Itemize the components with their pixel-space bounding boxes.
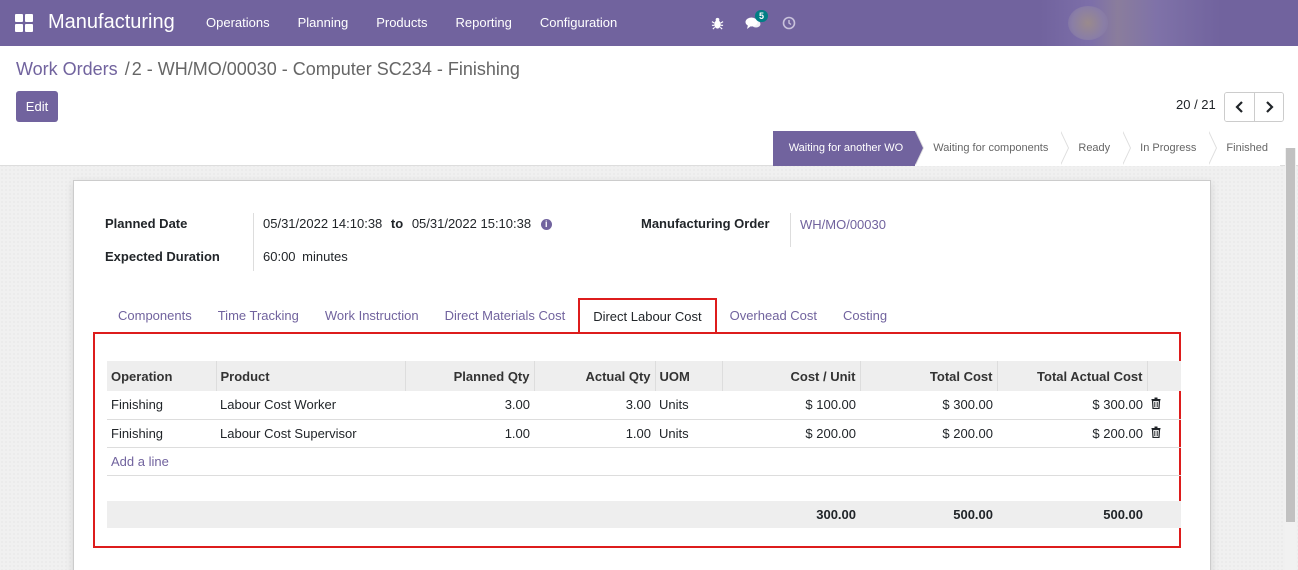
- breadcrumb-work-orders[interactable]: Work Orders: [16, 59, 118, 79]
- planned-date-label: Planned Date: [105, 216, 188, 231]
- expected-duration-value: 60:00 minutes: [263, 249, 348, 264]
- apps-grid-icon[interactable]: [15, 14, 33, 32]
- cell-cost-unit[interactable]: $ 100.00: [722, 391, 860, 420]
- row-actions: [1147, 419, 1181, 448]
- systray: 5: [705, 0, 813, 46]
- menu-planning[interactable]: Planning: [284, 0, 363, 46]
- cell-actual-qty[interactable]: 3.00: [534, 391, 655, 420]
- clock-icon[interactable]: [777, 0, 801, 46]
- status-bar: Waiting for another WO Waiting for compo…: [0, 131, 1298, 166]
- main-menu: Operations Planning Products Reporting C…: [192, 0, 631, 46]
- cell-product[interactable]: Labour Cost Worker: [216, 391, 405, 420]
- menu-products[interactable]: Products: [362, 0, 441, 46]
- cell-operation[interactable]: Finishing: [107, 391, 216, 420]
- message-count-badge: 5: [755, 10, 769, 22]
- breadcrumb: Work Orders /2 - WH/MO/00030 - Computer …: [16, 59, 520, 80]
- tab-time-tracking[interactable]: Time Tracking: [205, 298, 312, 333]
- trash-icon[interactable]: [1151, 426, 1161, 438]
- status-waiting-components[interactable]: Waiting for components: [915, 131, 1070, 166]
- labour-cost-panel: Operation Product Planned Qty Actual Qty…: [93, 332, 1181, 548]
- app-name[interactable]: Manufacturing: [48, 11, 175, 34]
- scrollbar-thumb[interactable]: [1286, 148, 1295, 522]
- expected-duration-label: Expected Duration: [105, 249, 220, 264]
- field-divider: [253, 213, 254, 271]
- total-cost-unit: 300.00: [722, 501, 860, 528]
- add-line-link[interactable]: Add a line: [111, 454, 169, 469]
- notebook-tabs: Components Time Tracking Work Instructio…: [105, 298, 900, 333]
- tab-components[interactable]: Components: [105, 298, 205, 333]
- cell-total-cost[interactable]: $ 300.00: [860, 391, 997, 420]
- tab-costing[interactable]: Costing: [830, 298, 900, 333]
- col-product[interactable]: Product: [215, 361, 405, 391]
- user-menu[interactable]: [1040, 0, 1298, 46]
- tab-overhead-cost[interactable]: Overhead Cost: [717, 298, 830, 333]
- col-actions: [1146, 361, 1181, 391]
- cell-operation[interactable]: Finishing: [107, 419, 216, 448]
- breadcrumb-separator: /: [124, 59, 130, 79]
- col-total-cost[interactable]: Total Cost: [859, 361, 997, 391]
- trash-icon[interactable]: [1151, 397, 1161, 410]
- top-navbar: Manufacturing Operations Planning Produc…: [0, 0, 1298, 46]
- breadcrumb-current: 2 - WH/MO/00030 - Computer SC234 - Finis…: [131, 59, 520, 79]
- col-uom[interactable]: UOM: [654, 361, 722, 391]
- col-actual-qty[interactable]: Actual Qty: [533, 361, 655, 391]
- chevron-left-icon[interactable]: [1225, 93, 1254, 121]
- total-total-actual-cost: 500.00: [997, 501, 1147, 528]
- row-actions: [1147, 391, 1181, 420]
- status-waiting-another-wo[interactable]: Waiting for another WO: [772, 131, 924, 166]
- tab-direct-materials-cost[interactable]: Direct Materials Cost: [432, 298, 579, 333]
- pager-buttons: [1224, 92, 1284, 122]
- empty-row: [107, 475, 1181, 501]
- col-cost-unit[interactable]: Cost / Unit: [721, 361, 860, 391]
- scrollbar[interactable]: [1285, 148, 1296, 570]
- cell-total-cost[interactable]: $ 200.00: [860, 419, 997, 448]
- info-icon[interactable]: i: [540, 219, 552, 230]
- edit-button[interactable]: Edit: [16, 91, 58, 122]
- tab-work-instruction[interactable]: Work Instruction: [312, 298, 432, 333]
- pager-value[interactable]: 20 / 21: [1176, 97, 1216, 112]
- menu-configuration[interactable]: Configuration: [526, 0, 631, 46]
- status-steps: Waiting for another WO Waiting for compo…: [772, 131, 1280, 166]
- cell-total-actual-cost[interactable]: $ 300.00: [997, 391, 1147, 420]
- menu-reporting[interactable]: Reporting: [442, 0, 526, 46]
- manufacturing-order-label: Manufacturing Order: [641, 216, 770, 231]
- cell-planned-qty[interactable]: 1.00: [405, 419, 534, 448]
- avatar[interactable]: [1068, 6, 1108, 40]
- menu-operations[interactable]: Operations: [192, 0, 284, 46]
- cell-uom[interactable]: Units: [655, 391, 722, 420]
- chevron-right-icon[interactable]: [1254, 93, 1283, 121]
- status-finished[interactable]: Finished: [1208, 131, 1280, 166]
- bug-icon[interactable]: [705, 0, 729, 46]
- table-footer-row: 300.00 500.00 500.00: [107, 501, 1181, 528]
- chat-icon[interactable]: 5: [741, 0, 769, 46]
- field-divider: [790, 213, 791, 247]
- cell-planned-qty[interactable]: 3.00: [405, 391, 534, 420]
- status-in-progress[interactable]: In Progress: [1122, 131, 1218, 166]
- cell-actual-qty[interactable]: 1.00: [534, 419, 655, 448]
- to-label: to: [390, 216, 404, 231]
- planned-start[interactable]: 05/31/2022 14:10:38: [263, 216, 382, 231]
- col-planned-qty[interactable]: Planned Qty: [404, 361, 534, 391]
- col-operation[interactable]: Operation: [107, 361, 216, 391]
- status-ready[interactable]: Ready: [1060, 131, 1131, 166]
- table-row[interactable]: Finishing Labour Cost Supervisor 1.00 1.…: [107, 419, 1181, 448]
- add-line-row: Add a line: [107, 447, 1181, 476]
- table-row[interactable]: Finishing Labour Cost Worker 3.00 3.00 U…: [107, 391, 1181, 420]
- planned-end[interactable]: 05/31/2022 15:10:38: [412, 216, 531, 231]
- col-total-actual-cost[interactable]: Total Actual Cost: [996, 361, 1147, 391]
- duration-unit: minutes: [302, 249, 348, 264]
- labour-cost-table: Operation Product Planned Qty Actual Qty…: [107, 361, 1181, 528]
- planned-date-value: 05/31/2022 14:10:38 to 05/31/2022 15:10:…: [263, 216, 552, 231]
- cell-total-actual-cost[interactable]: $ 200.00: [997, 419, 1147, 448]
- duration-number[interactable]: 60:00: [263, 249, 296, 264]
- total-total-cost: 500.00: [860, 501, 997, 528]
- cell-product[interactable]: Labour Cost Supervisor: [216, 419, 405, 448]
- tab-direct-labour-cost[interactable]: Direct Labour Cost: [578, 298, 717, 333]
- cell-uom[interactable]: Units: [655, 419, 722, 448]
- manufacturing-order-link[interactable]: WH/MO/00030: [800, 217, 886, 232]
- cell-cost-unit[interactable]: $ 200.00: [722, 419, 860, 448]
- table-header-row: Operation Product Planned Qty Actual Qty…: [107, 361, 1181, 391]
